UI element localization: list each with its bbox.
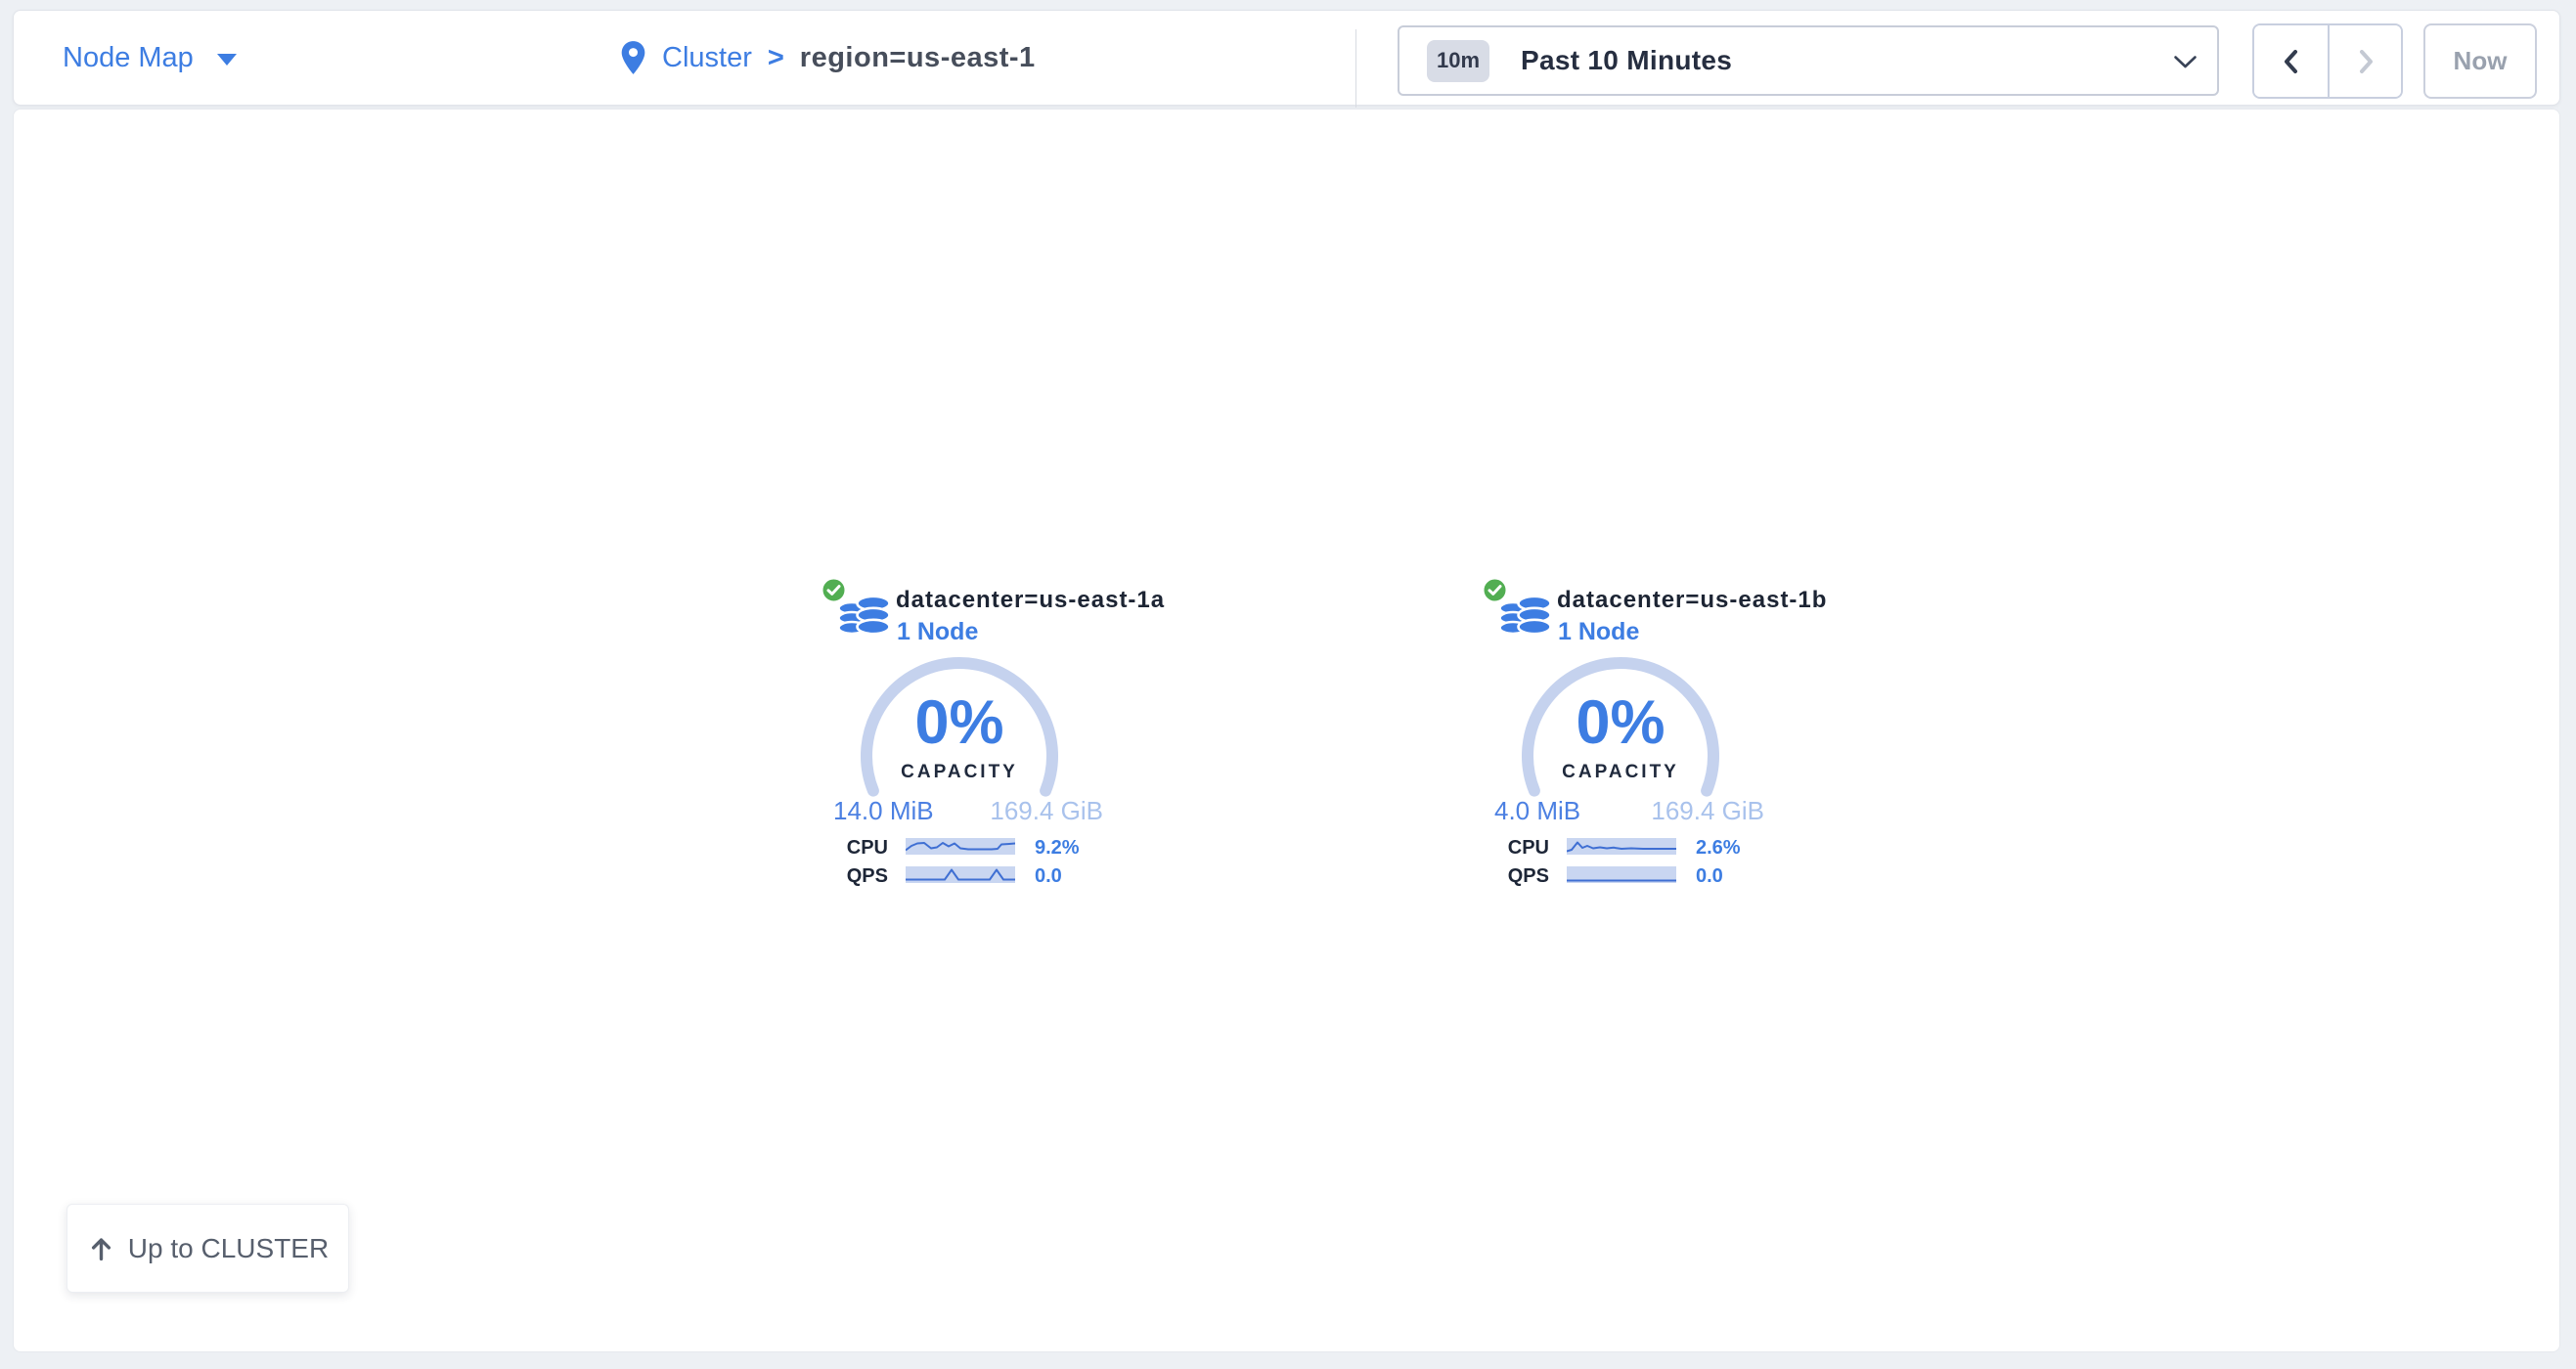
view-selector-label: Node Map <box>63 42 194 74</box>
qps-value: 0.0 <box>1696 867 1723 885</box>
capacity-percent: 0% <box>792 692 1127 754</box>
datacenter-node-count: 1 Node <box>897 618 978 646</box>
qps-sparkline <box>1567 866 1676 883</box>
cpu-sparkline <box>906 838 1015 855</box>
arrow-up-icon <box>87 1234 115 1262</box>
view-selector-dropdown[interactable]: Node Map <box>63 11 237 105</box>
capacity-label: CAPACITY <box>1453 762 1788 783</box>
time-forward-button[interactable] <box>2328 25 2401 97</box>
caret-down-icon <box>217 54 237 66</box>
datacenter-title: datacenter=us-east-1b <box>1557 587 1827 614</box>
capacity-used: 14.0 MiB <box>833 796 934 826</box>
cpu-label: CPU <box>1483 839 1549 857</box>
capacity-used: 4.0 MiB <box>1494 796 1580 826</box>
capacity-label: CAPACITY <box>792 762 1127 783</box>
capacity-values: 14.0 MiB 169.4 GiB <box>833 796 1103 826</box>
breadcrumb: Cluster > region=us-east-1 <box>620 11 1036 105</box>
time-window-badge: 10m <box>1427 40 1489 82</box>
time-window-selector[interactable]: 10m Past 10 Minutes <box>1398 25 2219 96</box>
chevron-right-icon <box>2353 46 2378 77</box>
location-pin-icon <box>620 37 646 78</box>
capacity-percent: 0% <box>1453 692 1788 754</box>
time-window-label: Past 10 Minutes <box>1521 45 1732 76</box>
up-to-cluster-button[interactable]: Up to CLUSTER <box>67 1204 349 1293</box>
breadcrumb-cluster-link[interactable]: Cluster <box>662 42 752 74</box>
cpu-value: 2.6% <box>1696 839 1741 857</box>
cpu-value: 9.2% <box>1035 839 1080 857</box>
cpu-label: CPU <box>822 839 888 857</box>
cpu-sparkline <box>1567 838 1676 855</box>
time-back-button[interactable] <box>2254 25 2328 97</box>
qps-value: 0.0 <box>1035 867 1062 885</box>
datacenter-card-us-east-1b[interactable]: datacenter=us-east-1b 1 Node 0% CAPACITY… <box>1453 573 1788 902</box>
chevron-left-icon <box>2279 46 2304 77</box>
now-button[interactable]: Now <box>2423 23 2537 99</box>
qps-label: QPS <box>822 867 888 885</box>
node-map-canvas: datacenter=us-east-1a 1 Node 0% CAPACITY… <box>13 109 2560 1352</box>
up-to-cluster-label: Up to CLUSTER <box>128 1233 329 1264</box>
datacenter-title: datacenter=us-east-1a <box>896 587 1165 614</box>
datacenter-node-count: 1 Node <box>1558 618 1639 646</box>
time-nav-arrows <box>2252 23 2403 99</box>
header-divider <box>1355 29 1356 108</box>
capacity-total: 169.4 GiB <box>1651 796 1764 826</box>
qps-label: QPS <box>1483 867 1549 885</box>
datacenter-card-us-east-1a[interactable]: datacenter=us-east-1a 1 Node 0% CAPACITY… <box>792 573 1127 902</box>
qps-sparkline <box>906 866 1015 883</box>
database-stack-icon <box>836 591 893 640</box>
database-stack-icon <box>1497 591 1554 640</box>
top-toolbar: Node Map Cluster > region=us-east-1 10m … <box>13 10 2560 106</box>
capacity-total: 169.4 GiB <box>990 796 1103 826</box>
now-button-label: Now <box>2454 46 2508 76</box>
breadcrumb-separator: > <box>768 42 784 74</box>
chevron-down-icon <box>2173 55 2198 69</box>
breadcrumb-current-region: region=us-east-1 <box>800 42 1036 74</box>
capacity-values: 4.0 MiB 169.4 GiB <box>1494 796 1764 826</box>
